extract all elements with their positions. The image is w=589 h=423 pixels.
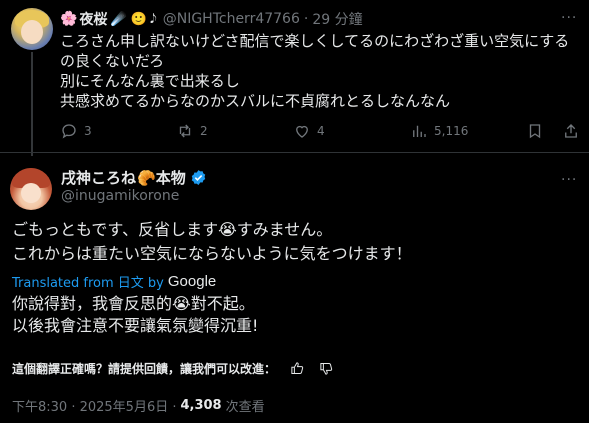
separator-dot: ·: [303, 11, 309, 27]
post-time[interactable]: 29 分鐘: [312, 9, 362, 29]
thread-line: [31, 52, 33, 156]
translated-text: 你說得對，我會反思的😭對不起。 以後我會注意不要讓氣氛變得沉重!: [12, 293, 258, 337]
reply-text-line: の良くないだろ: [60, 52, 165, 70]
reply-tweet[interactable]: 🌸 夜桜 ☄️ 🙂 𝅘𝅥𝅮 @NIGHTcherr47766 · 29 分鐘 ·…: [0, 0, 589, 156]
like-count: 4: [317, 124, 325, 138]
avatar[interactable]: [10, 168, 52, 210]
author-handle[interactable]: @inugamikorone: [61, 188, 179, 204]
avatar[interactable]: [11, 8, 53, 50]
thumbs-down-button[interactable]: [319, 361, 334, 376]
author-name[interactable]: 戌神ころね: [61, 167, 136, 188]
name-emoji: ☄️ 🙂: [110, 11, 147, 27]
more-options-icon[interactable]: ···: [561, 10, 577, 26]
reply-text-line: ころさん申し訳ないけどさ配信で楽しくしてるのにわざわざ重い空気にする: [60, 32, 570, 50]
author-handle[interactable]: @NIGHTcherr47766: [163, 11, 300, 27]
tweet-text: ごもっともです、反省します😭すみません。 これからは重たい空気にならないように気…: [12, 218, 412, 266]
more-options-icon[interactable]: ···: [561, 172, 577, 188]
share-icon: [565, 124, 577, 138]
reply-text-line: 共感求めてるからなのかスバルに不貞腐れとるしなんなん: [60, 92, 451, 110]
action-bar: 3 2 4 5,116: [60, 122, 580, 142]
verified-badge-icon: [191, 170, 205, 185]
translation-feedback: 這個翻譯正確嗎？請提供回饋，讓我們可以改進：: [12, 360, 334, 377]
thumbs-up-icon: [291, 362, 304, 374]
views-chart-icon: [413, 125, 426, 137]
reply-text-line: 別にそんなん裏で出来るし: [60, 72, 240, 90]
bookmark-button[interactable]: [526, 122, 544, 140]
repost-count: 2: [200, 124, 208, 138]
share-button[interactable]: [562, 122, 580, 140]
views-button[interactable]: 5,116: [410, 122, 468, 140]
views-label: 次查看: [225, 400, 265, 415]
timestamp[interactable]: 下午8:30 · 2025年5月6日 ·: [12, 396, 176, 415]
view-count: 5,116: [434, 124, 469, 138]
translation-attribution[interactable]: Translated from 日文 by Google: [12, 272, 216, 291]
tweet-text-line: ごもっともです、反省します😭すみません。: [12, 220, 333, 239]
tweet-meta: 下午8:30 · 2025年5月6日 · 4,308 次查看: [12, 396, 265, 415]
view-count: 4,308: [180, 398, 222, 413]
flower-emoji: 🌸: [60, 11, 78, 27]
like-button[interactable]: 4: [293, 122, 325, 140]
reply-button[interactable]: 3: [60, 122, 92, 140]
reply-icon: [62, 124, 76, 139]
repost-icon: [179, 124, 191, 138]
translated-text-line: 以後我會注意不要讓氣氛變得沉重!: [12, 316, 259, 335]
author-name[interactable]: 夜桜: [79, 9, 107, 29]
translated-text-line: 你說得對，我會反思的😭對不起。: [12, 294, 255, 313]
google-logo: Google: [167, 273, 217, 290]
reply-text: ころさん申し訳ないけどさ配信で楽しくしてるのにわざわざ重い空気にする の良くない…: [60, 31, 580, 111]
author-name-suffix[interactable]: 本物: [156, 167, 186, 188]
heart-icon: [296, 125, 308, 138]
feedback-question: 這個翻譯正確嗎？請提供回饋，讓我們可以改進：: [12, 362, 277, 376]
bookmark-icon: [529, 124, 541, 139]
translated-label[interactable]: Translated from 日文 by: [12, 272, 164, 291]
divider: [0, 152, 589, 153]
thumbs-up-button[interactable]: [290, 361, 305, 376]
repost-button[interactable]: 2: [176, 122, 208, 140]
reply-header: 🌸 夜桜 ☄️ 🙂 𝅘𝅥𝅮 @NIGHTcherr47766 · 29 分鐘: [60, 10, 363, 28]
thumbs-down-icon: [320, 363, 333, 375]
croissant-emoji: 🥐: [137, 168, 156, 187]
note-emoji: 𝅘𝅥𝅮: [149, 11, 157, 27]
author-name-row[interactable]: 戌神ころね 🥐 本物: [61, 167, 207, 188]
reply-count: 3: [84, 124, 92, 138]
tweet-text-line: これからは重たい空気にならないように気をつけます！: [12, 244, 412, 263]
